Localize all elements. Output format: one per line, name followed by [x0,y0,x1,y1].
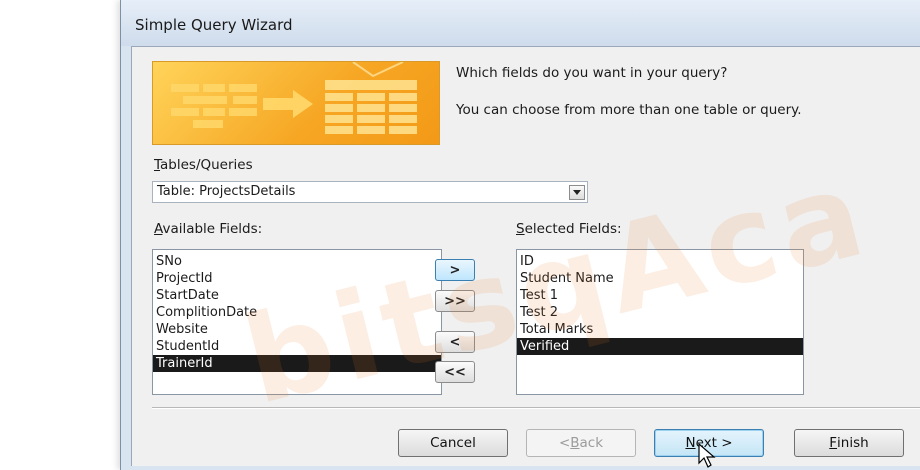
available-field-item-selected[interactable]: TrainerId [153,355,441,372]
selected-fields-label-text: elected Fields: [524,221,622,237]
prompt-question: Which fields do you want in your query? [456,65,728,81]
available-field-item[interactable]: ComplitionDate [153,304,441,321]
remove-all-fields-button[interactable]: << [435,361,475,383]
tables-queries-selected-value: Table: ProjectsDetails [157,184,296,199]
selected-fields-label: Selected Fields: [516,221,622,237]
tables-queries-label-text: ables/Queries [160,157,253,173]
available-field-item[interactable]: Website [153,321,441,338]
wizard-window: Simple Query Wizard Which fields do you … [120,0,920,470]
selected-fields-list[interactable]: ID Student Name Test 1 Test 2 Total Mark… [516,249,804,395]
wizard-banner-image [152,61,440,145]
finish-button[interactable]: Finish [794,429,904,457]
available-field-item[interactable]: StartDate [153,287,441,304]
finish-button-label: inish [837,435,869,451]
back-button-prefix: < [558,435,571,451]
title-bar[interactable]: Simple Query Wizard [121,0,920,46]
dropdown-arrow-icon[interactable] [569,185,585,200]
cancel-button[interactable]: Cancel [398,429,508,457]
selected-field-item[interactable]: ID [517,253,803,270]
selected-field-item[interactable]: Student Name [517,270,803,287]
back-button-accesskey: B [570,435,580,451]
selected-fields-label-accesskey: S [516,221,525,237]
available-field-item[interactable]: SNo [153,253,441,270]
selected-field-item-selected[interactable]: Verified [517,338,803,355]
add-all-fields-button[interactable]: >> [435,290,475,312]
available-fields-label: Available Fields: [154,221,262,237]
add-field-button[interactable]: > [435,259,475,281]
dialog-body: Which fields do you want in your query? … [131,46,920,468]
next-button-accesskey: N [685,435,696,451]
window-title: Simple Query Wizard [135,16,293,34]
button-separator [152,407,920,409]
prompt-hint: You can choose from more than one table … [456,102,802,118]
back-button-label: ack [579,435,604,451]
available-field-item[interactable]: ProjectId [153,270,441,287]
selected-field-item[interactable]: Test 2 [517,304,803,321]
selected-field-item[interactable]: Test 1 [517,287,803,304]
tables-queries-label: Tables/Queries [154,157,253,173]
selected-field-item[interactable]: Total Marks [517,321,803,338]
tables-queries-combobox[interactable]: Table: ProjectsDetails [152,181,588,203]
back-button[interactable]: < Back [526,429,636,457]
mouse-pointer-icon [698,443,716,468]
available-fields-list[interactable]: SNo ProjectId StartDate ComplitionDate W… [152,249,442,395]
available-field-item[interactable]: StudentId [153,338,441,355]
remove-field-button[interactable]: < [435,331,475,353]
available-fields-label-text: vailable Fields: [162,221,263,237]
finish-button-accesskey: F [829,435,838,451]
